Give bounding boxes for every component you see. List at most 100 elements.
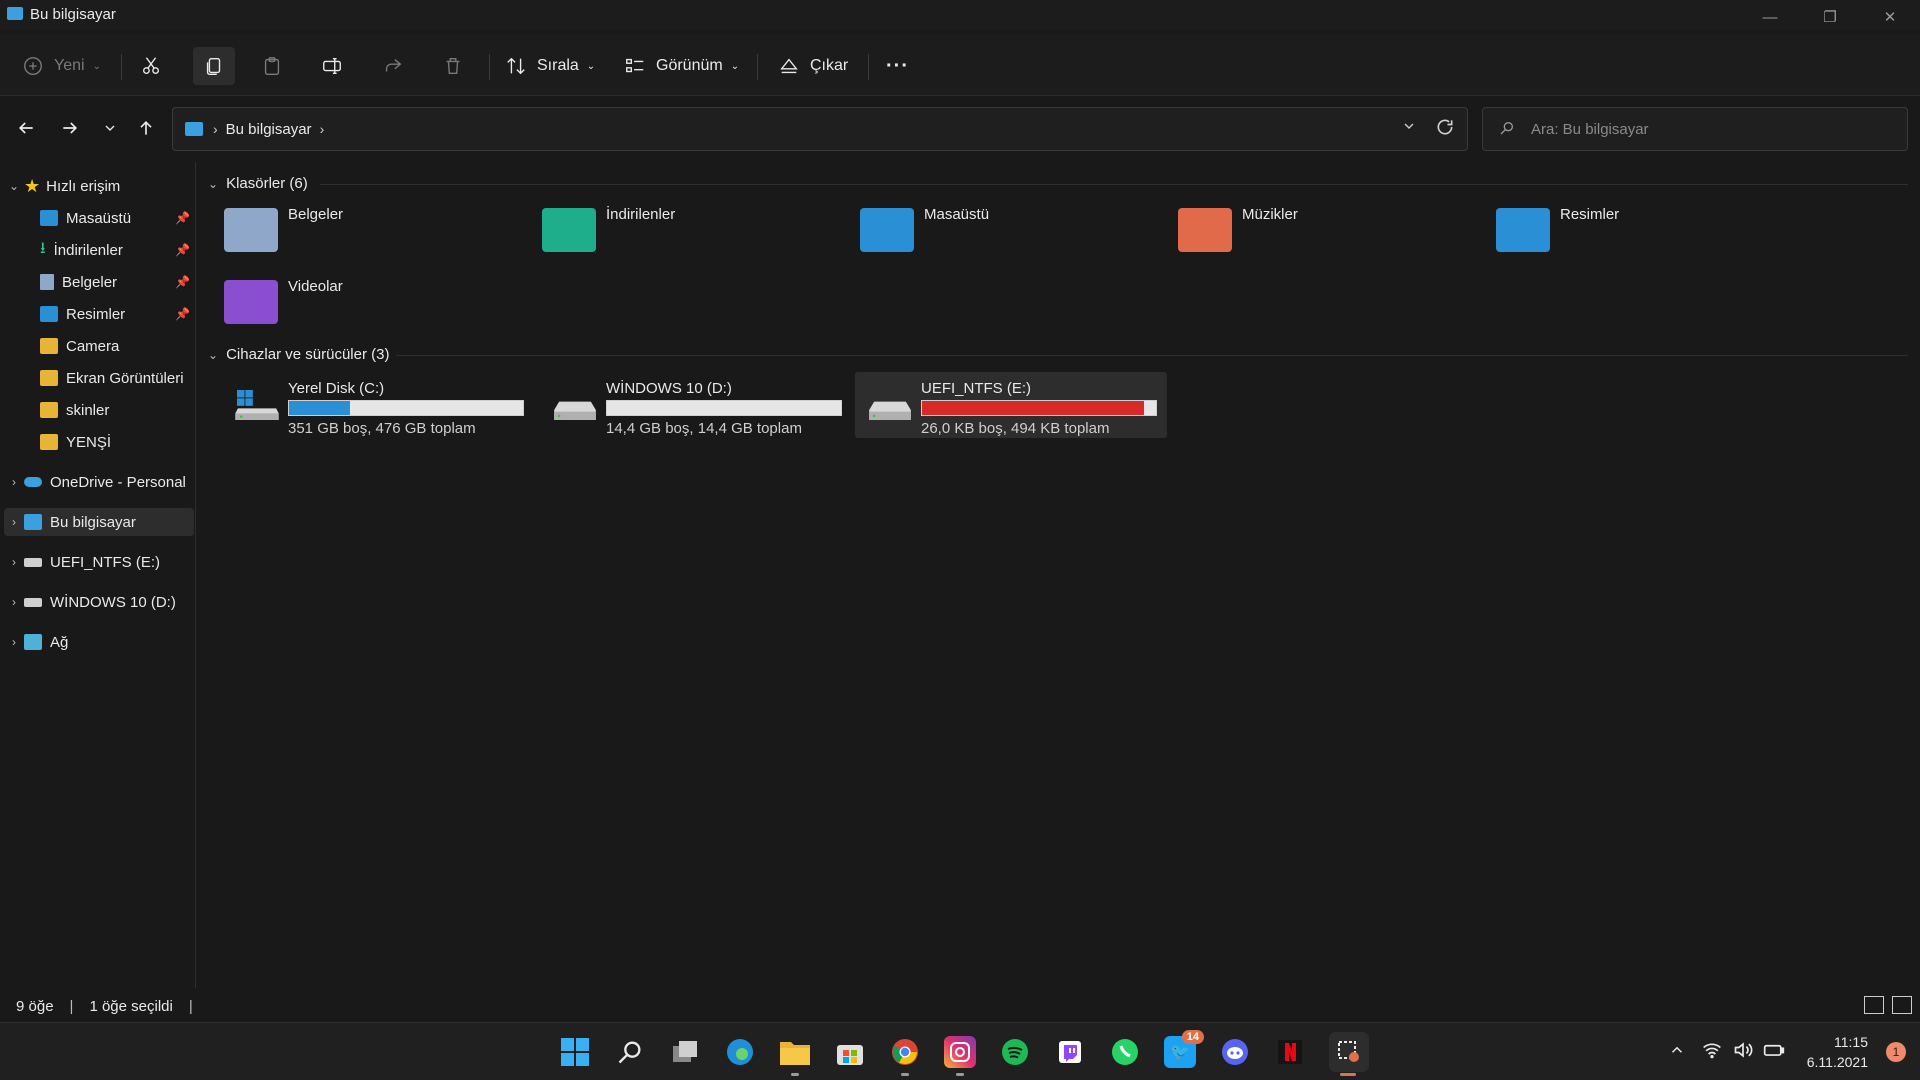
tray-overflow-button[interactable] [1668,1041,1686,1063]
copy-button[interactable] [193,47,235,85]
delete-button[interactable] [442,47,464,85]
breadcrumb-separator-icon[interactable]: › [320,121,325,137]
netflix-button[interactable] [1274,1036,1306,1068]
sidebar-item-documents[interactable]: Belgeler 📌 [20,268,194,296]
chevron-right-icon[interactable]: › [4,595,24,609]
sidebar-item-label: OneDrive - Personal [50,473,186,491]
sidebar-item-label: UEFI_NTFS (E:) [50,553,161,571]
folders-section-header[interactable]: ⌄ Klasörler (6) [208,175,308,192]
chrome-button[interactable] [889,1036,921,1068]
address-bar[interactable]: › Bu bilgisayar › [172,107,1468,151]
sidebar-item-pictures[interactable]: Resimler 📌 [20,300,194,328]
scissors-icon [142,57,160,75]
share-button[interactable] [382,47,404,85]
sidebar-item-windows10[interactable]: › WİNDOWS 10 (D:) [4,588,194,616]
store-button[interactable] [834,1036,866,1068]
divider [489,54,490,80]
folder-tile-downloads[interactable]: İndirilenler [542,198,842,262]
twitch-button[interactable] [1054,1036,1086,1068]
chevron-right-icon[interactable]: › [4,635,24,649]
address-history-button[interactable] [1401,118,1417,138]
eject-button[interactable]: Çıkar [778,47,848,85]
sidebar-item-this-pc[interactable]: › Bu bilgisayar [4,508,194,536]
instagram-button[interactable] [944,1036,976,1068]
notification-badge[interactable]: 1 [1886,1042,1906,1062]
up-button[interactable] [128,112,164,144]
clock[interactable]: 11:15 6.11.2021 [1807,1032,1868,1072]
folder-icon [40,402,58,418]
sidebar-item-downloads[interactable]: ⭳ İndirilenler 📌 [20,236,194,264]
folder-tile-documents[interactable]: Belgeler [224,198,524,262]
sidebar-item-camera[interactable]: Camera [20,332,194,360]
tiles-view-button[interactable] [1892,996,1912,1014]
forward-button[interactable] [52,112,88,144]
cut-button[interactable] [140,47,162,85]
wifi-button[interactable] [1702,1041,1722,1063]
whatsapp-button[interactable] [1109,1036,1141,1068]
pictures-icon [40,306,58,322]
battery-button[interactable] [1763,1041,1785,1063]
folder-name: İndirilenler [606,206,676,223]
download-icon: ⭳ [40,239,46,257]
drives-section-header[interactable]: ⌄ Cihazlar ve sürücüler (3) [208,346,389,363]
recent-locations-button[interactable] [92,112,128,144]
snipping-tool-button[interactable] [1329,1032,1369,1072]
rename-button[interactable] [321,47,343,85]
status-bar: 9 öğe | 1 öğe seçildi | [0,990,1920,1022]
running-indicator [791,1073,799,1076]
breadcrumb-this-pc[interactable]: Bu bilgisayar [226,121,312,138]
sort-button[interactable]: Sırala ⌄ [505,47,595,85]
twitter-button[interactable]: 🐦 14 [1164,1030,1204,1068]
chevron-right-icon[interactable]: › [4,555,24,569]
close-button[interactable]: ✕ [1860,0,1920,34]
folder-tile-desktop[interactable]: Masaüstü [860,198,1160,262]
folder-tile-music[interactable]: Müzikler [1178,198,1478,262]
search-button[interactable] [614,1036,646,1068]
folder-tile-pictures[interactable]: Resimler [1496,198,1796,262]
sidebar-item-quick-access[interactable]: ⌄ ★ Hızlı erişim [4,172,194,200]
drive-tile-e[interactable]: UEFI_NTFS (E:) 26,0 KB boş, 494 KB topla… [855,372,1167,438]
volume-button[interactable] [1733,1041,1753,1063]
chevron-down-icon[interactable]: ⌄ [4,179,24,193]
search-box[interactable]: Ara: Bu bilgisayar [1482,107,1908,151]
view-toggle [1864,996,1912,1014]
details-view-button[interactable] [1864,996,1884,1014]
drive-tile-d[interactable]: WİNDOWS 10 (D:) 14,4 GB boş, 14,4 GB top… [540,372,852,438]
documents-folder-icon [224,208,278,252]
discord-icon [1222,1039,1248,1065]
more-button[interactable]: ··· [886,47,909,85]
back-button[interactable] [8,112,44,144]
start-button[interactable] [559,1036,591,1068]
folder-name: Resimler [1560,206,1620,223]
sidebar-item-screenshots[interactable]: Ekran Görüntüleri [20,364,194,392]
minimize-button[interactable]: — [1740,0,1800,34]
new-button[interactable]: Yeni ⌄ [22,47,101,85]
chrome-icon [892,1039,918,1065]
folders-section-title: Klasörler (6) [226,175,308,192]
sidebar-item-uefi[interactable]: › UEFI_NTFS (E:) [4,548,194,576]
refresh-button[interactable] [1435,117,1455,141]
sidebar-item-yensi[interactable]: YENŞİ [20,428,194,456]
status-separator: | [69,997,74,1015]
divider [757,54,758,80]
chevron-right-icon[interactable]: › [4,515,24,529]
view-button[interactable]: Görünüm ⌄ [624,47,739,85]
sidebar-item-label: Ekran Görüntüleri [66,369,184,387]
sidebar-item-skinler[interactable]: skinler [20,396,194,424]
chevron-right-icon[interactable]: › [4,475,24,489]
folder-tile-videos[interactable]: Videolar [224,270,524,334]
new-label: Yeni [54,57,85,74]
file-explorer-button[interactable] [779,1036,811,1068]
sidebar-item-network[interactable]: › Ağ [4,628,194,656]
maximize-button[interactable]: ❐ [1800,0,1860,34]
drive-tile-c[interactable]: Yerel Disk (C:) 351 GB boş, 476 GB topla… [222,372,534,438]
spotify-button[interactable] [999,1036,1031,1068]
task-view-button[interactable] [669,1036,701,1068]
paste-button[interactable] [261,47,283,85]
sidebar-item-onedrive[interactable]: › OneDrive - Personal [4,468,194,496]
sidebar-item-desktop[interactable]: Masaüstü 📌 [20,204,194,232]
discord-button[interactable] [1219,1036,1251,1068]
desktop-icon [40,210,58,226]
edge-button[interactable] [724,1036,756,1068]
downloads-folder-icon [542,208,596,252]
